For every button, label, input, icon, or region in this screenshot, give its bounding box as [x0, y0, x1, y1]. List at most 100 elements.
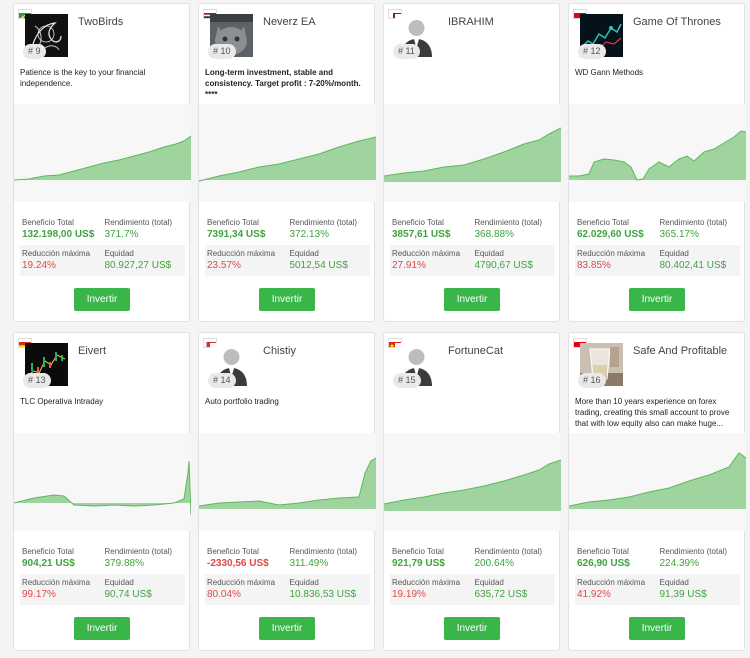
- signal-name[interactable]: FortuneCat: [448, 345, 503, 357]
- profit-value: 3857,61 US$: [392, 229, 451, 240]
- drawdown-label: Reducción máxima: [22, 578, 91, 587]
- signal-name[interactable]: Game Of Thrones: [633, 16, 721, 28]
- stats-row: Reducción máxima 41.92% Equidad 91,39 US$: [575, 574, 740, 605]
- profit-label: Beneficio Total: [22, 547, 74, 556]
- signal-grid: # 9 TwoBirds Patience is the key to your f…: [0, 0, 750, 658]
- equity-chart[interactable]: [14, 433, 191, 531]
- profit-value: 132.198,00 US$: [22, 229, 95, 240]
- yield-value: 365.17%: [659, 229, 699, 240]
- rank-badge: # 12: [578, 44, 606, 59]
- invest-button[interactable]: Invertir: [444, 288, 500, 311]
- stats-table: Beneficio Total 3857,61 US$ Rendimiento (t…: [390, 214, 555, 276]
- signal-name[interactable]: Safe And Profitable: [633, 345, 727, 357]
- drawdown-value: 23.57%: [207, 260, 241, 271]
- profit-label: Beneficio Total: [577, 218, 629, 227]
- stats-row: Beneficio Total 3857,61 US$ Rendimiento (t…: [390, 214, 555, 245]
- equity-chart[interactable]: [569, 104, 746, 202]
- yield-value: 224.39%: [659, 558, 699, 569]
- yield-value: 200.64%: [474, 558, 514, 569]
- signal-card[interactable]: # 15 FortuneCat Beneficio Total 921,79 US$ R…: [383, 332, 561, 651]
- equity-chart[interactable]: [384, 433, 561, 531]
- equity-value: 635,72 US$: [474, 589, 528, 600]
- stats-row: Beneficio Total -2330,56 US$ Rendimiento (…: [205, 543, 370, 574]
- equity-chart[interactable]: [14, 104, 191, 202]
- signal-name[interactable]: IBRAHIM: [448, 16, 494, 28]
- profit-label: Beneficio Total: [207, 218, 259, 227]
- yield-value: 371.7%: [104, 229, 139, 240]
- equity-value: 80.402,41 US$: [659, 260, 727, 271]
- yield-value: 311.49%: [289, 558, 329, 569]
- stats-row: Beneficio Total 921,79 US$ Rendimiento (to…: [390, 543, 555, 574]
- signal-card[interactable]: # 16 Safe And Profitable More than 10 year…: [568, 332, 746, 651]
- signal-card[interactable]: # 11 IBRAHIM Beneficio Total 3857,61 US$ Ren…: [383, 3, 561, 322]
- signal-card[interactable]: # 9 TwoBirds Patience is the key to your f…: [13, 3, 191, 322]
- profit-label: Beneficio Total: [207, 547, 259, 556]
- signal-name[interactable]: Chistiy: [263, 345, 296, 357]
- profit-value: 62.029,60 US$: [577, 229, 644, 240]
- drawdown-value: 41.92%: [577, 589, 611, 600]
- stats-table: Beneficio Total -2330,56 US$ Rendimiento (…: [205, 543, 370, 605]
- equity-value: 5012,54 US$: [289, 260, 348, 271]
- invest-button[interactable]: Invertir: [444, 617, 500, 640]
- invest-button[interactable]: Invertir: [629, 617, 685, 640]
- equity-label: Equidad: [474, 578, 504, 587]
- signal-name[interactable]: TwoBirds: [78, 16, 123, 28]
- stats-table: Beneficio Total 62.029,60 US$ Rendimiento …: [575, 214, 740, 276]
- rank-badge: # 10: [208, 44, 236, 59]
- stats-row: Reducción máxima 19.19% Equidad 635,72 US$: [390, 574, 555, 605]
- stats-table: Beneficio Total 626,90 US$ Rendimiento (to…: [575, 543, 740, 605]
- drawdown-value: 19.24%: [22, 260, 56, 271]
- invest-button[interactable]: Invertir: [259, 617, 315, 640]
- equity-label: Equidad: [659, 578, 689, 587]
- equity-label: Equidad: [474, 249, 504, 258]
- stats-row: Beneficio Total 7391,34 US$ Rendimiento (t…: [205, 214, 370, 245]
- equity-label: Equidad: [104, 249, 134, 258]
- signal-card[interactable]: # 12 Game Of Thrones WD Gann Methods Benefi…: [568, 3, 746, 322]
- profit-value: 7391,34 US$: [207, 229, 266, 240]
- drawdown-label: Reducción máxima: [577, 578, 646, 587]
- yield-label: Rendimiento (total): [104, 547, 173, 556]
- yield-label: Rendimiento (total): [104, 218, 173, 227]
- equity-chart[interactable]: [384, 104, 561, 202]
- invest-button[interactable]: Invertir: [259, 288, 315, 311]
- profit-label: Beneficio Total: [392, 218, 444, 227]
- drawdown-label: Reducción máxima: [392, 578, 461, 587]
- profit-value: 921,79 US$: [392, 558, 445, 569]
- signal-card[interactable]: # 13 Eivert TLC Operativa Intraday Benefici…: [13, 332, 191, 651]
- invest-button[interactable]: Invertir: [74, 617, 130, 640]
- signal-name[interactable]: Neverz EA: [263, 16, 316, 28]
- yield-label: Rendimiento (total): [474, 547, 543, 556]
- rank-badge: # 14: [208, 373, 236, 388]
- stats-table: Beneficio Total 132.198,00 US$ Rendimiento…: [20, 214, 185, 276]
- equity-chart[interactable]: [199, 104, 376, 202]
- equity-value: 90,74 US$: [104, 589, 152, 600]
- drawdown-value: 99.17%: [22, 589, 56, 600]
- yield-value: 372.13%: [289, 229, 329, 240]
- drawdown-label: Reducción máxima: [392, 249, 461, 258]
- equity-value: 91,39 US$: [659, 589, 707, 600]
- stats-row: Reducción máxima 99.17% Equidad 90,74 US$: [20, 574, 185, 605]
- equity-value: 4790,67 US$: [474, 260, 533, 271]
- profit-label: Beneficio Total: [22, 218, 74, 227]
- invest-button[interactable]: Invertir: [74, 288, 130, 311]
- equity-chart[interactable]: [199, 433, 376, 531]
- profit-label: Beneficio Total: [577, 547, 629, 556]
- stats-table: Beneficio Total 904,21 US$ Rendimiento (to…: [20, 543, 185, 605]
- signal-name[interactable]: Eivert: [78, 345, 106, 357]
- equity-chart[interactable]: [569, 433, 746, 531]
- equity-value: 80.927,27 US$: [104, 260, 172, 271]
- rank-badge: # 16: [578, 373, 606, 388]
- stats-row: Beneficio Total 626,90 US$ Rendimiento (to…: [575, 543, 740, 574]
- drawdown-label: Reducción máxima: [207, 578, 276, 587]
- stats-row: Beneficio Total 132.198,00 US$ Rendimiento…: [20, 214, 185, 245]
- rank-badge: # 15: [393, 373, 421, 388]
- yield-value: 368.88%: [474, 229, 514, 240]
- signal-description: More than 10 years experience on forex t…: [575, 397, 730, 428]
- signal-description: TLC Operativa Intraday: [20, 397, 104, 406]
- signal-card[interactable]: # 14 Chistiy Auto portfolio trading Benefic…: [198, 332, 376, 651]
- rank-badge: # 11: [393, 44, 420, 59]
- invest-button[interactable]: Invertir: [629, 288, 685, 311]
- rank-badge: # 9: [23, 44, 46, 59]
- equity-value: 10.836,53 US$: [289, 589, 357, 600]
- signal-card[interactable]: # 10 Neverz EA Long-term investment, stabl…: [198, 3, 376, 322]
